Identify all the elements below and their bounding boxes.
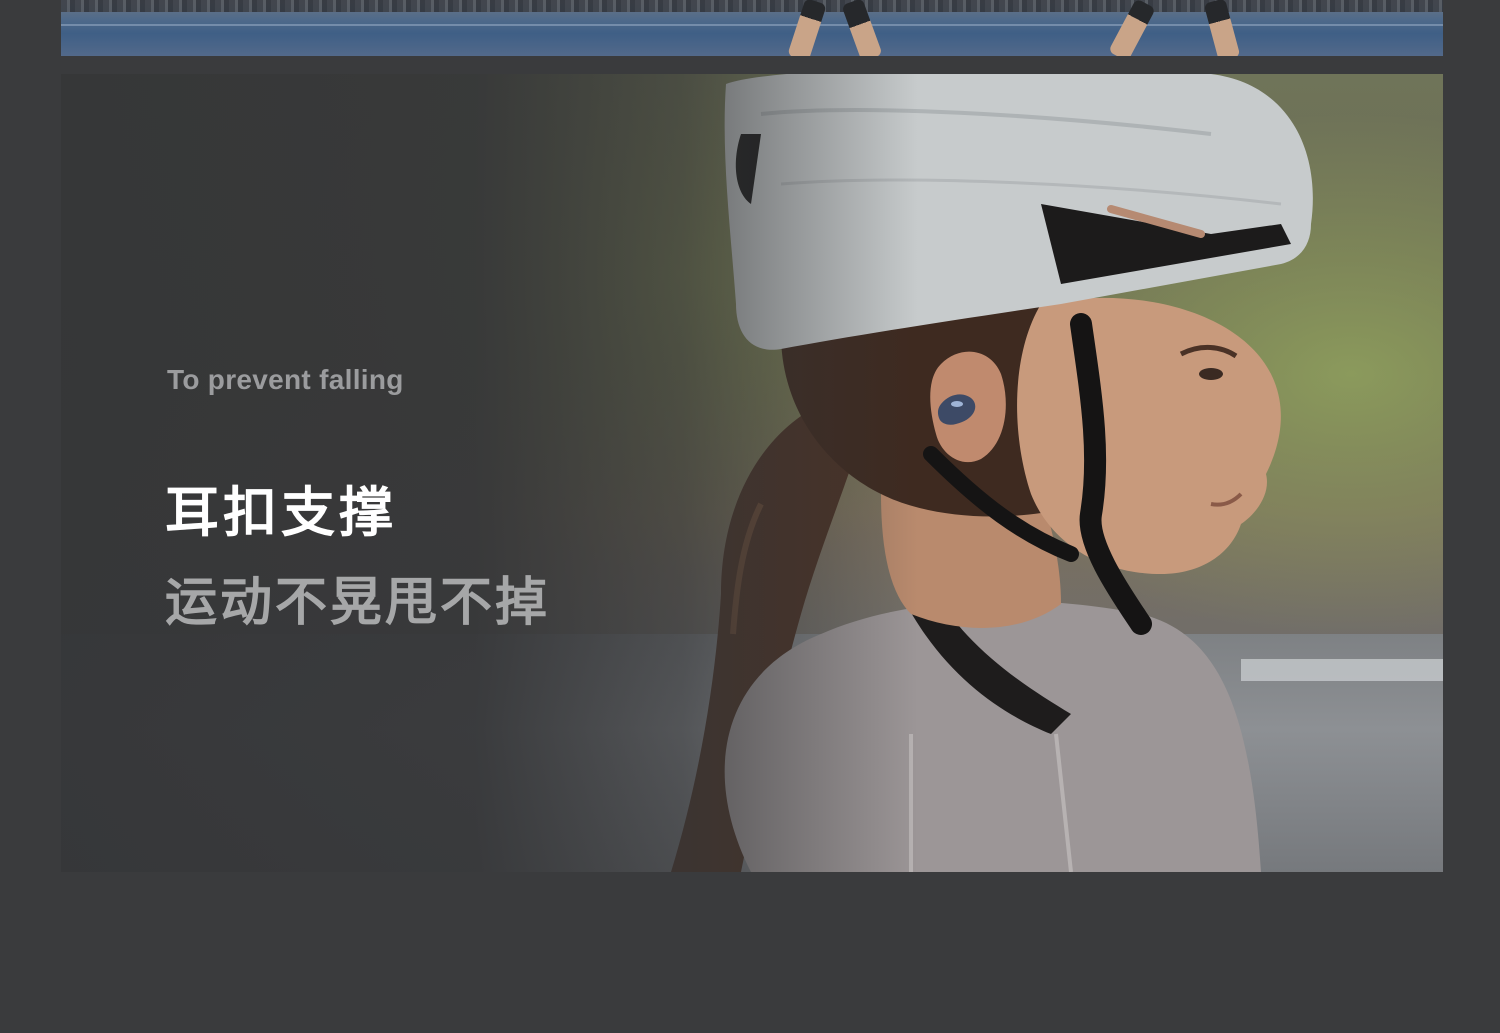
shoreline [61, 0, 1443, 12]
water-reflection [61, 24, 1443, 26]
top-photo-strip [61, 0, 1443, 56]
headline-title: 耳扣支撑 [165, 481, 397, 544]
headline-subtitle: 运动不晃甩不掉 [165, 573, 551, 633]
tagline-english: To prevent falling [167, 364, 404, 395]
